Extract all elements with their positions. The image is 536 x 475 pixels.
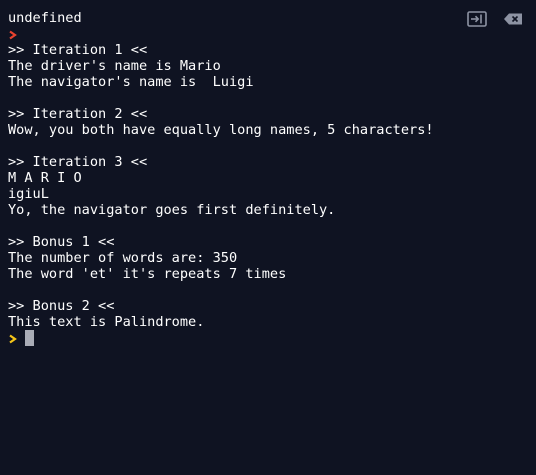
- console-toolbar: [466, 10, 524, 28]
- console-input-prompt[interactable]: [8, 330, 456, 346]
- prompt-chevron-icon: [9, 334, 17, 344]
- text-cursor: [25, 330, 34, 346]
- output-line: Wow, you both have equally long names, 5…: [8, 122, 434, 138]
- output-line: The word 'et' it's repeats 7 times: [8, 266, 287, 282]
- clear-console-icon: [504, 13, 522, 25]
- output-line: >> Bonus 2 <<: [8, 298, 115, 314]
- output-line: The driver's name is Mario: [8, 58, 221, 74]
- output-line: >> Iteration 2 <<: [8, 106, 148, 122]
- output-line: The navigator's name is Luigi: [8, 74, 254, 90]
- output-line: >> Bonus 1 <<: [8, 234, 115, 250]
- collapse-panel-icon: [467, 11, 487, 27]
- previous-prompt: [8, 26, 456, 42]
- collapse-panel-button[interactable]: [466, 10, 488, 28]
- prompt-chevron-icon: [9, 30, 17, 40]
- output-line: M A R I O: [8, 170, 82, 186]
- output-line: igiuL: [8, 186, 49, 202]
- console-panel: undefined >> Iteration 1 << The driver's…: [0, 0, 536, 475]
- output-line: >> Iteration 1 <<: [8, 42, 148, 58]
- output-line: undefined: [8, 10, 82, 26]
- output-line: >> Iteration 3 <<: [8, 154, 148, 170]
- output-line: The number of words are: 350: [8, 250, 238, 266]
- clear-console-button[interactable]: [502, 10, 524, 28]
- console-output: undefined >> Iteration 1 << The driver's…: [8, 10, 456, 346]
- output-line: Yo, the navigator goes first definitely.: [8, 202, 336, 218]
- output-line: This text is Palindrome.: [8, 314, 205, 330]
